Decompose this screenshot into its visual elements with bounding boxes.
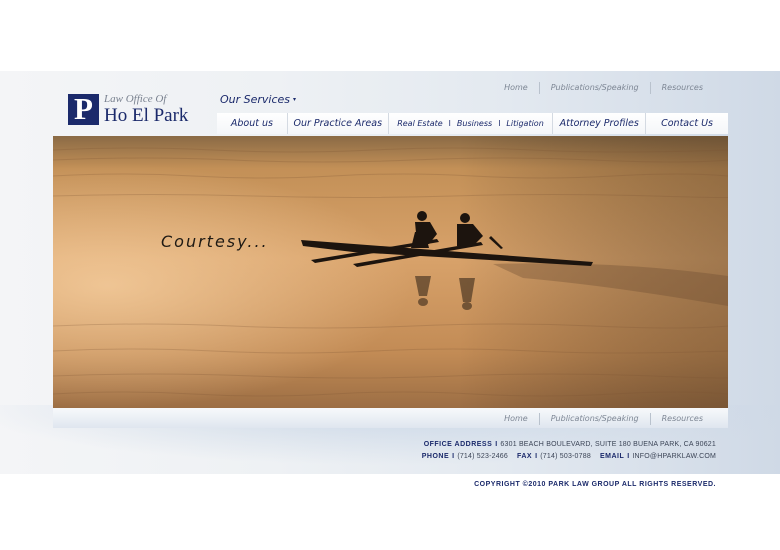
- top-link-home[interactable]: Home: [493, 82, 539, 94]
- fax-label: FAX: [516, 453, 533, 460]
- our-services-menu[interactable]: Our Services ▾: [220, 93, 296, 106]
- rowing-scene-image: [53, 136, 728, 408]
- fax-value: (714) 503-0788: [540, 453, 591, 460]
- top-utility-links: Home Publications/Speaking Resources: [493, 82, 714, 94]
- bottom-utility-links: Home Publications/Speaking Resources: [493, 413, 714, 425]
- chevron-down-icon: ▾: [293, 96, 297, 103]
- practice-subnav: Real Estate I Business I Litigation: [389, 113, 554, 134]
- our-services-label: Our Services: [220, 93, 291, 106]
- main-nav: About us Our Practice Areas Real Estate …: [217, 113, 728, 134]
- hero-caption: Courtesy...: [161, 232, 269, 251]
- nav-litigation[interactable]: Litigation: [506, 119, 543, 128]
- nav-attorney-profiles[interactable]: Attorney Profiles: [553, 113, 647, 134]
- info-divider: I: [495, 441, 498, 448]
- nav-separator: I: [448, 119, 451, 128]
- logo-name: Ho El Park: [104, 105, 189, 126]
- top-link-resources[interactable]: Resources: [649, 82, 714, 94]
- info-divider: I: [627, 453, 630, 460]
- nav-real-estate[interactable]: Real Estate: [397, 119, 442, 128]
- site-logo[interactable]: P Law Office Of Ho El Park: [68, 91, 198, 126]
- office-address-value: 6301 BEACH BOULEVARD, SUITE 180 BUENA PA…: [500, 441, 716, 448]
- nav-contact-us[interactable]: Contact Us: [646, 113, 728, 134]
- contact-numbers-line: PHONE I (714) 523-2466 FAX I (714) 503-0788 EM…: [422, 453, 716, 460]
- info-divider: I: [452, 453, 455, 460]
- nav-business[interactable]: Business: [457, 119, 492, 128]
- hero-image: Courtesy...: [53, 136, 728, 408]
- phone-label: PHONE: [421, 453, 450, 460]
- bottom-link-resources[interactable]: Resources: [649, 413, 714, 425]
- email-label: EMAIL: [599, 453, 625, 460]
- nav-separator: I: [498, 119, 501, 128]
- email-link[interactable]: INFO@HPARKLAW.COM: [632, 453, 716, 460]
- logo-mark: P: [68, 91, 99, 126]
- bottom-link-home[interactable]: Home: [493, 413, 539, 425]
- office-address-label: OFFICE ADDRESS: [423, 441, 493, 448]
- nav-practice-areas[interactable]: Our Practice Areas: [288, 113, 389, 134]
- info-divider: I: [535, 453, 538, 460]
- nav-about-us[interactable]: About us: [217, 113, 288, 134]
- bottom-link-publications[interactable]: Publications/Speaking: [538, 413, 650, 425]
- copyright-notice: COPYRIGHT ©2010 PARK LAW GROUP ALL RIGHT…: [474, 481, 716, 488]
- logo-tagline: Law Office Of: [104, 93, 167, 105]
- office-address-line: OFFICE ADDRESS I 6301 BEACH BOULEVARD, SUI…: [424, 441, 716, 448]
- phone-value[interactable]: (714) 523-2466: [457, 453, 508, 460]
- top-link-publications[interactable]: Publications/Speaking: [538, 82, 650, 94]
